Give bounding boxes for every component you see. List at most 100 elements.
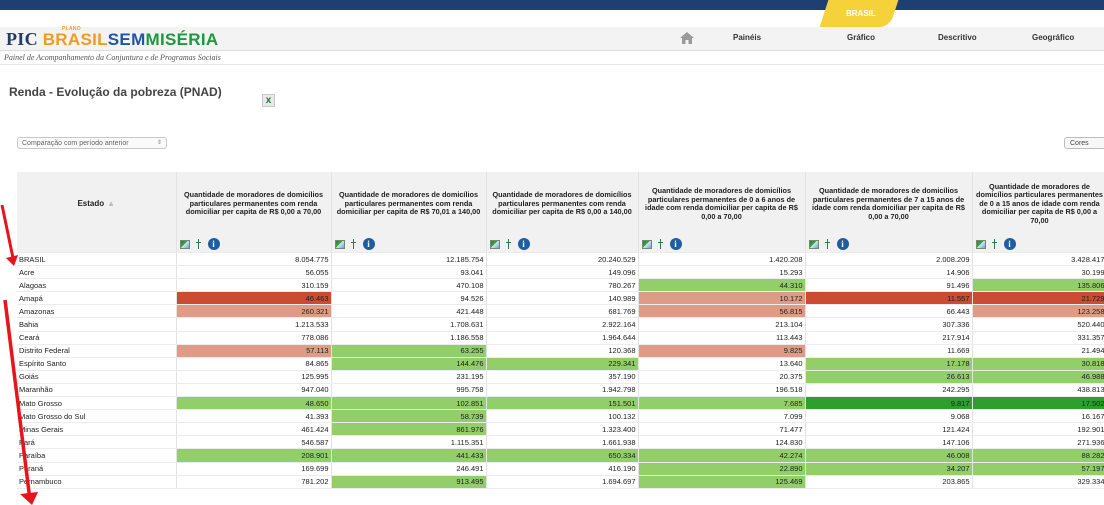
value-cell: 242.295 <box>805 383 973 398</box>
value-cell: 57.197 <box>972 462 1104 476</box>
value-cell: 113.443 <box>638 331 806 345</box>
data-table-container: Estado ▲ Quantidade de moradores de domic… <box>17 172 1104 489</box>
value-cell: 470.108 <box>331 278 487 293</box>
value-cell: 124.830 <box>638 435 806 450</box>
nav-geografico[interactable]: Geográfico <box>1032 33 1074 42</box>
info-icon[interactable]: i <box>669 238 682 250</box>
sort-icon[interactable] <box>657 239 664 249</box>
value-cell: 125.995 <box>176 370 332 384</box>
value-cell: 144.476 <box>331 357 487 371</box>
info-icon[interactable]: i <box>836 238 849 250</box>
column-header-estado[interactable]: Estado ▲ <box>17 172 177 236</box>
value-cell: 88.282 <box>972 448 1104 463</box>
chart-icon[interactable] <box>641 239 652 249</box>
state-name-cell: BRASIL <box>17 252 177 267</box>
value-cell: 9.825 <box>638 344 806 358</box>
info-icon[interactable]: i <box>207 238 220 250</box>
value-cell: 11.669 <box>805 344 973 358</box>
colors-button[interactable]: Cores <box>1064 137 1104 149</box>
sort-icon[interactable] <box>505 239 512 249</box>
value-cell: 913.495 <box>331 475 487 489</box>
value-cell: 121.424 <box>805 422 973 437</box>
chart-icon[interactable] <box>808 239 819 249</box>
value-cell: 217.914 <box>805 331 973 345</box>
nav-grafico[interactable]: Gráfico <box>847 33 875 42</box>
value-cell: 10.172 <box>638 291 806 306</box>
value-cell: 16.167 <box>972 409 1104 424</box>
info-icon[interactable]: i <box>362 238 375 250</box>
chart-icon[interactable] <box>489 239 500 249</box>
value-cell: 56.815 <box>638 304 806 319</box>
value-cell: 861.976 <box>331 422 487 437</box>
table-row: Goiás 125.995 231.195 357.190 20.375 26.613 46… <box>17 370 1104 384</box>
sort-icon[interactable] <box>991 239 998 249</box>
column-header[interactable]: Quantidade de moradores de domicílios pa… <box>331 172 487 236</box>
home-icon[interactable] <box>680 32 694 44</box>
divider <box>0 64 1104 65</box>
logo-brasil: BRASIL <box>42 30 108 49</box>
column-header[interactable]: Quantidade de moradores de domicílios pa… <box>176 172 332 236</box>
value-cell: 331.357 <box>972 331 1104 345</box>
value-cell: 14.906 <box>805 265 973 280</box>
value-cell: 169.699 <box>176 462 332 476</box>
value-cell: 778.086 <box>176 331 332 345</box>
page-title: Renda - Evolução da pobreza (PNAD) <box>9 85 222 99</box>
table-row: Pernambuco 781.202 913.495 1.694.697 125.469… <box>17 475 1104 489</box>
table-row: Amazonas 260.321 421.448 681.769 56.815 66.44… <box>17 304 1104 319</box>
value-cell: 41.393 <box>176 409 332 424</box>
sort-icon[interactable] <box>824 239 831 249</box>
logo: PIC PLANO BRASILSEMMISÉRIA <box>6 26 219 50</box>
state-name-cell: Acre <box>17 265 177 280</box>
column-header[interactable]: Quantidade de moradores de domicílios pa… <box>805 172 973 236</box>
value-cell: 11.557 <box>805 291 973 306</box>
value-cell: 438.813 <box>972 383 1104 398</box>
state-name-cell: Alagoas <box>17 278 177 293</box>
state-name-cell: Amazonas <box>17 304 177 319</box>
chart-icon[interactable] <box>334 239 345 249</box>
value-cell: 149.096 <box>486 265 639 280</box>
state-name-cell: Minas Gerais <box>17 422 177 437</box>
nav-paineis[interactable]: Painéis <box>733 33 761 42</box>
excel-export-icon[interactable]: x <box>262 94 275 107</box>
value-cell: 135.806 <box>972 278 1104 293</box>
value-cell: 1.661.938 <box>486 435 639 450</box>
state-name-cell: Paraná <box>17 462 177 476</box>
column-header[interactable]: Quantidade de moradores de domicílios pa… <box>638 172 806 236</box>
value-cell: 461.424 <box>176 422 332 437</box>
value-cell: 15.293 <box>638 265 806 280</box>
comparison-select[interactable]: Comparação com período anterior ⇕ <box>17 137 167 149</box>
value-cell: 123.258 <box>972 304 1104 319</box>
brasil-tab[interactable]: BRASIL <box>819 0 899 27</box>
value-cell: 213.104 <box>638 317 806 332</box>
table-row: Maranhão 947.040 995.758 1.942.798 196.518 24… <box>17 383 1104 398</box>
sort-icon[interactable] <box>350 239 357 249</box>
info-icon[interactable]: i <box>1003 238 1016 250</box>
table-row: Paraíba 208.901 441.433 650.334 42.274 46.008… <box>17 448 1104 463</box>
value-cell: 1.420.208 <box>638 252 806 267</box>
column-header[interactable]: Quantidade de moradores de domicílios pa… <box>972 172 1104 236</box>
value-cell: 995.758 <box>331 383 487 398</box>
table-row: Bahia 1.213.533 1.708.631 2.922.164 213.104 3… <box>17 317 1104 332</box>
state-name-cell: Distrito Federal <box>17 344 177 358</box>
state-name-cell: Ceará <box>17 331 177 345</box>
value-cell: 57.113 <box>176 344 332 358</box>
table-row: Pará 546.587 1.115.351 1.661.938 124.830 147.… <box>17 435 1104 450</box>
value-cell: 120.368 <box>486 344 639 358</box>
column-header[interactable]: Quantidade de moradores de domicílios pa… <box>486 172 639 236</box>
value-cell: 56.055 <box>176 265 332 280</box>
table-row: Ceará 778.086 1.186.558 1.964.644 113.443 217… <box>17 331 1104 345</box>
info-icon[interactable]: i <box>517 238 530 250</box>
chart-icon[interactable] <box>179 239 190 249</box>
sort-icon[interactable] <box>195 239 202 249</box>
nav-descritivo[interactable]: Descritivo <box>938 33 977 42</box>
value-cell: 9.817 <box>805 396 973 411</box>
table-row: Paraná 169.699 246.491 416.190 22.890 34.207 5… <box>17 462 1104 476</box>
value-cell: 520.440 <box>972 317 1104 332</box>
table-row: Mato Grosso do Sul 41.393 58.739 100.132 7.0… <box>17 409 1104 424</box>
table-row: BRASIL 8.054.775 12.185.754 20.240.529 1.420… <box>17 252 1104 267</box>
value-cell: 100.132 <box>486 409 639 424</box>
value-cell: 1.708.631 <box>331 317 487 332</box>
table-row: Acre 56.055 93.041 149.096 15.293 14.906 30.19… <box>17 265 1104 280</box>
value-cell: 781.202 <box>176 475 332 489</box>
chart-icon[interactable] <box>975 239 986 249</box>
